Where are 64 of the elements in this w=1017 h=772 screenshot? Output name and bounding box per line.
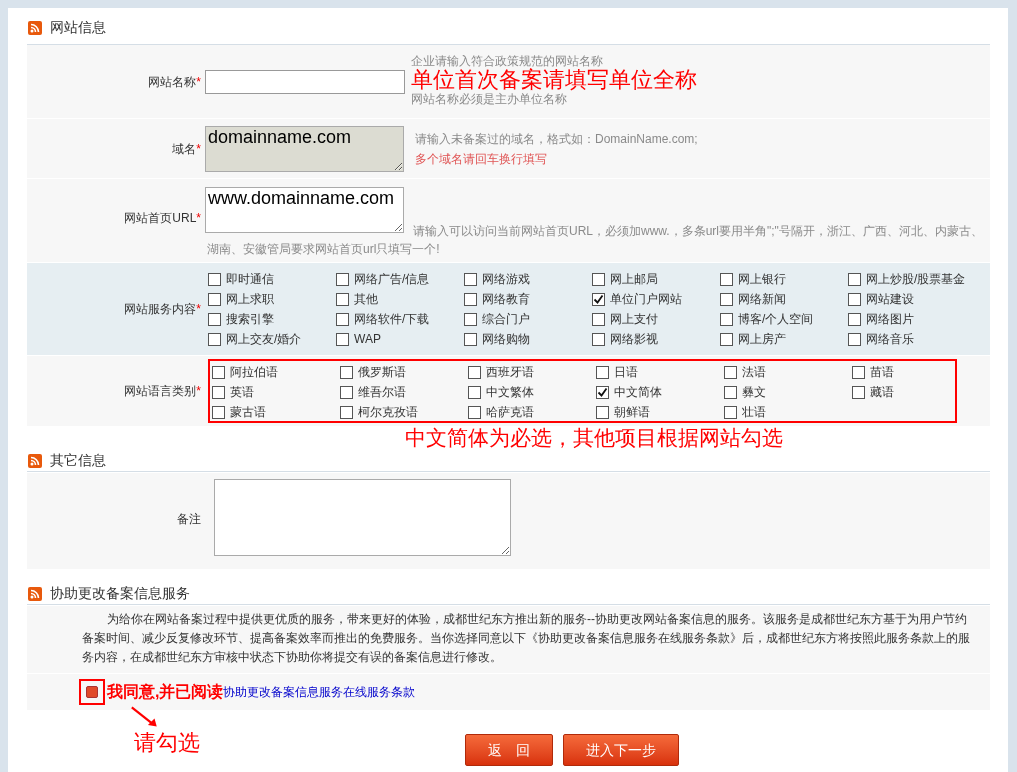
checkbox-label: 日语 — [614, 364, 638, 381]
checkbox-label: 网络音乐 — [866, 331, 914, 348]
checkbox-label: 网络图片 — [866, 311, 914, 328]
checkbox-label: 网上银行 — [738, 271, 786, 288]
hint-text: 请输入未备案过的域名，格式如：DomainName.com; — [415, 130, 698, 148]
checkbox-label: 网上邮局 — [610, 271, 658, 288]
checkbox-label: WAP — [354, 331, 381, 348]
section-title: 协助更改备案信息服务 — [50, 584, 190, 603]
checkbox-label: 网上交友/婚介 — [226, 331, 302, 348]
checkbox-label: 网上求职 — [226, 291, 274, 308]
hint-text: 网站名称必须是主办单位名称 — [411, 93, 568, 105]
checkbox-label: 西班牙语 — [486, 364, 534, 381]
text-area[interactable]: www.domainname.com — [205, 187, 404, 233]
annotation-text: 请勾选 — [134, 730, 201, 757]
annotation-text: 中文简体为必选，其他项目根据网站勾选 — [405, 426, 783, 450]
checkbox-label: 综合门户 — [482, 311, 530, 328]
checkbox-label: 网络游戏 — [482, 271, 530, 288]
checkbox-label: 蒙古语 — [230, 404, 266, 421]
checkbox-label: 藏语 — [870, 384, 894, 401]
checkbox-label: 维吾尔语 — [358, 384, 406, 401]
checkbox-label: 即时通信 — [226, 271, 274, 288]
field-label: 备注 — [177, 511, 201, 528]
checkbox-label: 阿拉伯语 — [230, 364, 278, 381]
checkbox-label: 其他 — [354, 291, 378, 308]
checkbox-label: 网络教育 — [482, 291, 530, 308]
service-description: 为给你在网站备案过程中提供更优质的服务，带来更好的体验，成都世纪东方推出新的服务--协助更改网站备案信息的服务。该服务是成都世纪东方基于为用户节约备案时间、减少反复修改环节、提高备案效率而推出的免费服务。当你选择同意以下《协助更改备案信息服务在线服务条款》后，成都世纪东方将按照此服务条款上的服务内容，在成都世纪东方审核中状态下协助你将提交有误的备案信息进行修改。 — [82, 611, 971, 666]
field-label: 网站语言类别* — [124, 383, 201, 400]
checkbox-label: 网上房产 — [738, 331, 786, 348]
hint-text: 企业请输入符合政策规范的网站名称 — [411, 55, 604, 67]
checkbox-label: 网络软件/下载 — [354, 311, 430, 328]
checkbox-label: 苗语 — [870, 364, 894, 381]
checkbox-label: 法语 — [742, 364, 766, 381]
checkbox-label: 网站建设 — [866, 291, 914, 308]
checkbox-label: 单位门户网站 — [610, 291, 682, 308]
terms-link[interactable]: 协助更改备案信息服务在线服务条款 — [223, 683, 416, 701]
annotation-text: 单位首次备案请填写单位全称 — [411, 67, 697, 93]
checkbox-label: 博客/个人空间 — [738, 311, 814, 328]
checkbox-label: 搜索引擎 — [226, 311, 274, 328]
checkbox-label: 柯尔克孜语 — [358, 404, 418, 421]
checkbox-label: 网上支付 — [610, 311, 658, 328]
section-title: 网站信息 — [50, 18, 106, 37]
checkbox-label: 英语 — [230, 384, 254, 401]
checkbox-label: 中文简体 — [614, 384, 662, 401]
checkbox-label: 彝文 — [742, 384, 766, 401]
checkbox-label: 中文繁体 — [486, 384, 534, 401]
checkbox-label: 俄罗斯语 — [358, 364, 406, 381]
section-title: 其它信息 — [50, 451, 106, 470]
text-area[interactable]: domainname.com — [205, 125, 404, 172]
agree-label: 我同意,并已阅读 — [107, 682, 224, 702]
hint-text: 多个域名请回车换行填写 — [415, 150, 548, 168]
action-button[interactable]: 返 回 — [465, 734, 553, 766]
action-button[interactable]: 进入下一步 — [563, 734, 679, 766]
checkbox-label: 网络新闻 — [738, 291, 786, 308]
field-label: 域名* — [172, 140, 201, 158]
field-label: 网站首页URL* — [124, 209, 201, 227]
checkbox-label: 网络购物 — [482, 331, 530, 348]
field-label: 网站服务内容* — [124, 301, 201, 318]
field-label: 网站名称* — [148, 73, 201, 91]
checkbox-label: 朝鲜语 — [614, 404, 650, 421]
checkbox-label: 网上炒股/股票基金 — [866, 271, 966, 288]
checkbox-label: 网络广告/信息 — [354, 271, 430, 288]
checkbox-label: 网络影视 — [610, 331, 658, 348]
checkbox-label: 壮语 — [742, 404, 766, 421]
checkbox-label: 哈萨克语 — [486, 404, 534, 421]
